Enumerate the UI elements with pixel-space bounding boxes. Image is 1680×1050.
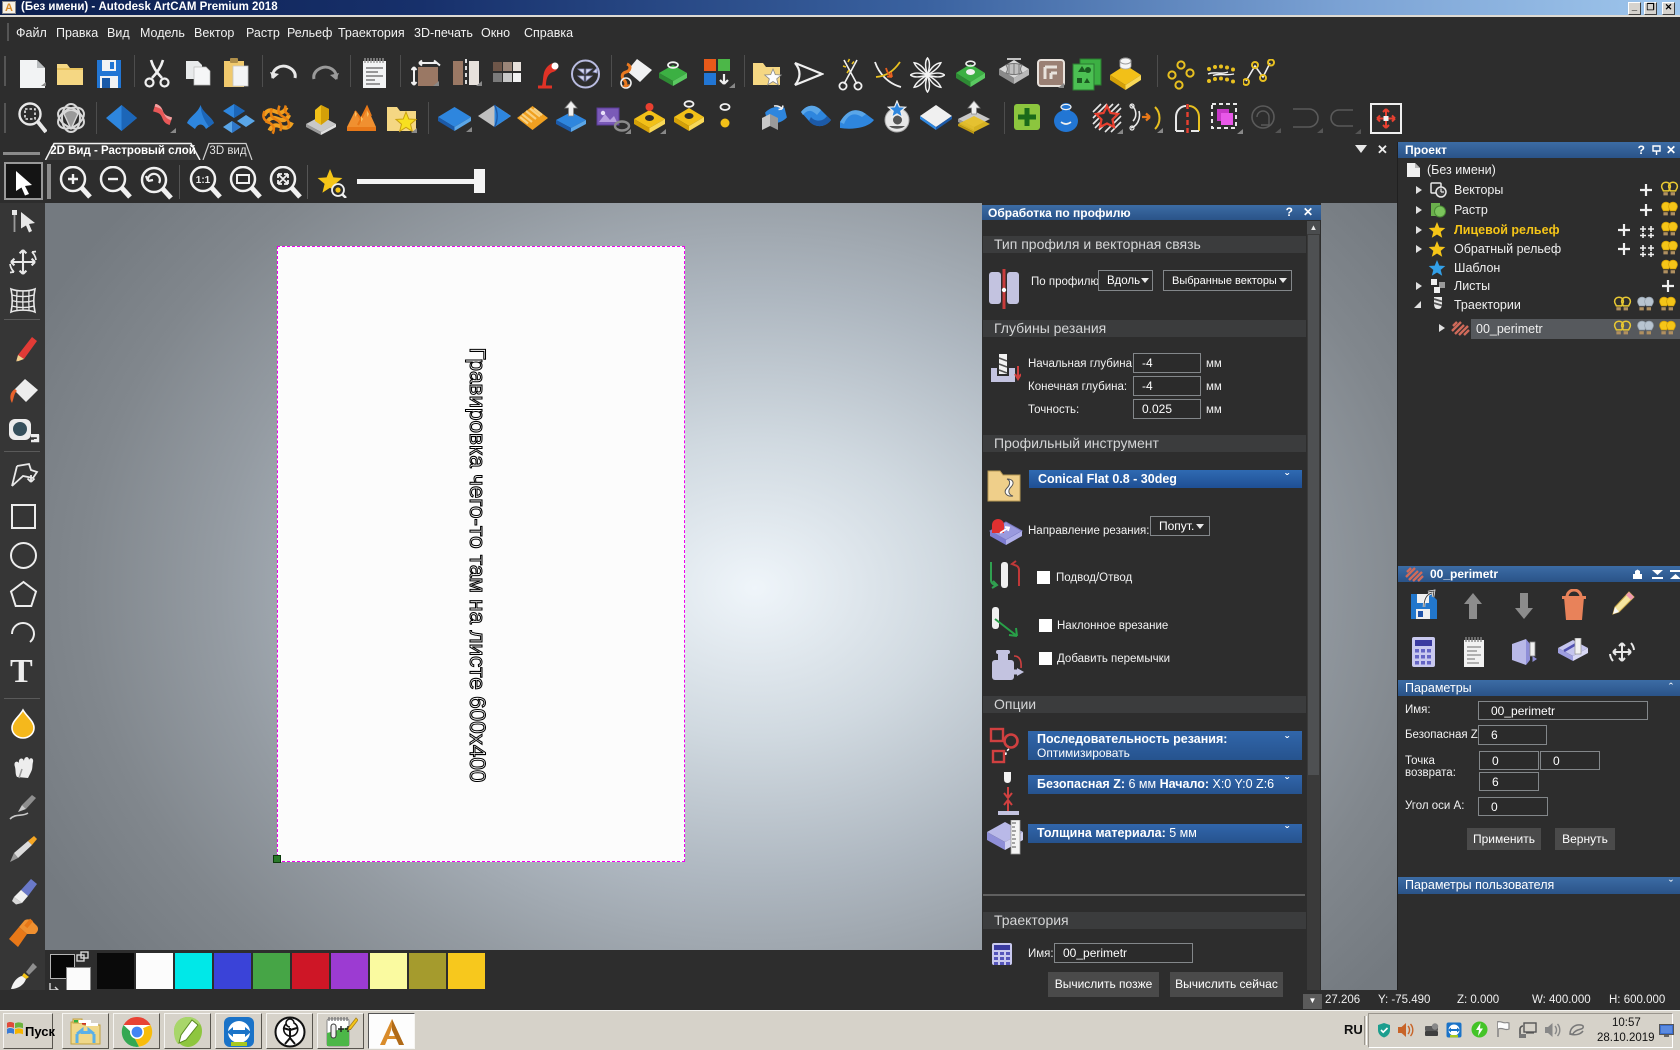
svg-text:1:1: 1:1 bbox=[196, 175, 211, 186]
